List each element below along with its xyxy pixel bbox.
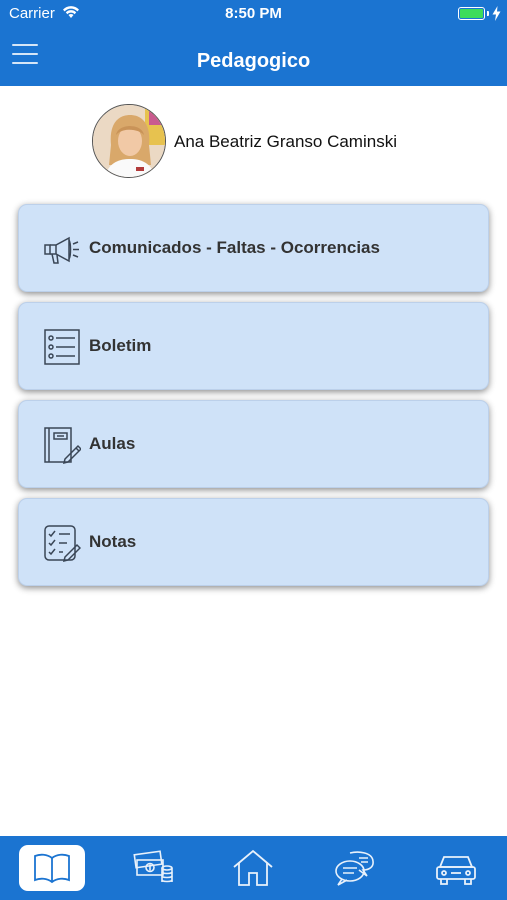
charging-bolt-icon: [492, 6, 501, 21]
tab-transporte[interactable]: [423, 845, 489, 891]
page-title: Pedagogico: [196, 50, 311, 72]
battery-cap: [487, 11, 489, 16]
car-icon: [436, 856, 476, 885]
menu-item-boletim[interactable]: Boletim: [18, 302, 489, 390]
checklist-icon: [44, 525, 81, 562]
menu-item-label: Aulas: [89, 434, 136, 453]
menu-item-comunicados[interactable]: Comunicados - Faltas - Ocorrencias: [18, 204, 489, 292]
notebook-icon: [44, 427, 81, 464]
navigation-bar: Pedagogico: [0, 28, 507, 86]
money-icon: [133, 850, 173, 883]
student-name: Ana Beatriz Granso Caminski: [174, 132, 397, 151]
menu-item-label: Notas: [89, 532, 137, 551]
menu-item-label: Boletim: [89, 336, 152, 355]
avatar[interactable]: [92, 104, 166, 178]
bottom-tab-bar: [0, 836, 507, 900]
menu-item-notas[interactable]: Notas: [18, 498, 489, 586]
menu-item-label: Comunicados - Faltas - Ocorrencias: [89, 238, 380, 257]
megaphone-icon: [44, 236, 79, 264]
book-icon: [34, 853, 70, 884]
tab-mensagens[interactable]: [322, 845, 388, 891]
tab-pedagogico[interactable]: [19, 845, 85, 891]
clock: 8:50 PM: [225, 5, 282, 22]
battery-icon: [458, 7, 485, 20]
chat-icon: [335, 851, 374, 886]
tab-home[interactable]: [220, 845, 286, 891]
menu-item-aulas[interactable]: Aulas: [18, 400, 489, 488]
report-list-icon: [44, 329, 80, 365]
status-bar: Carrier 8:50 PM: [0, 0, 507, 28]
home-icon: [233, 849, 273, 886]
tab-financeiro[interactable]: [120, 845, 186, 891]
student-photo-icon: [93, 105, 165, 177]
